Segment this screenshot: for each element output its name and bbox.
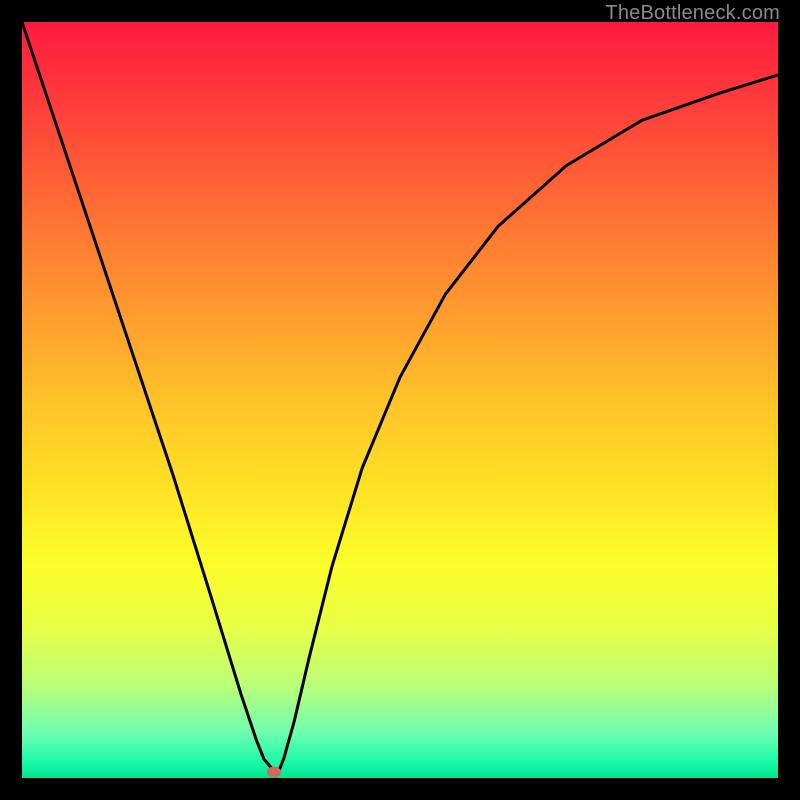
watermark-text: TheBottleneck.com [605,2,780,25]
optimum-marker [267,767,281,778]
curve-svg [22,22,778,778]
chart-frame: TheBottleneck.com [0,0,800,800]
bottleneck-curve [22,22,778,770]
plot-area [22,22,778,778]
